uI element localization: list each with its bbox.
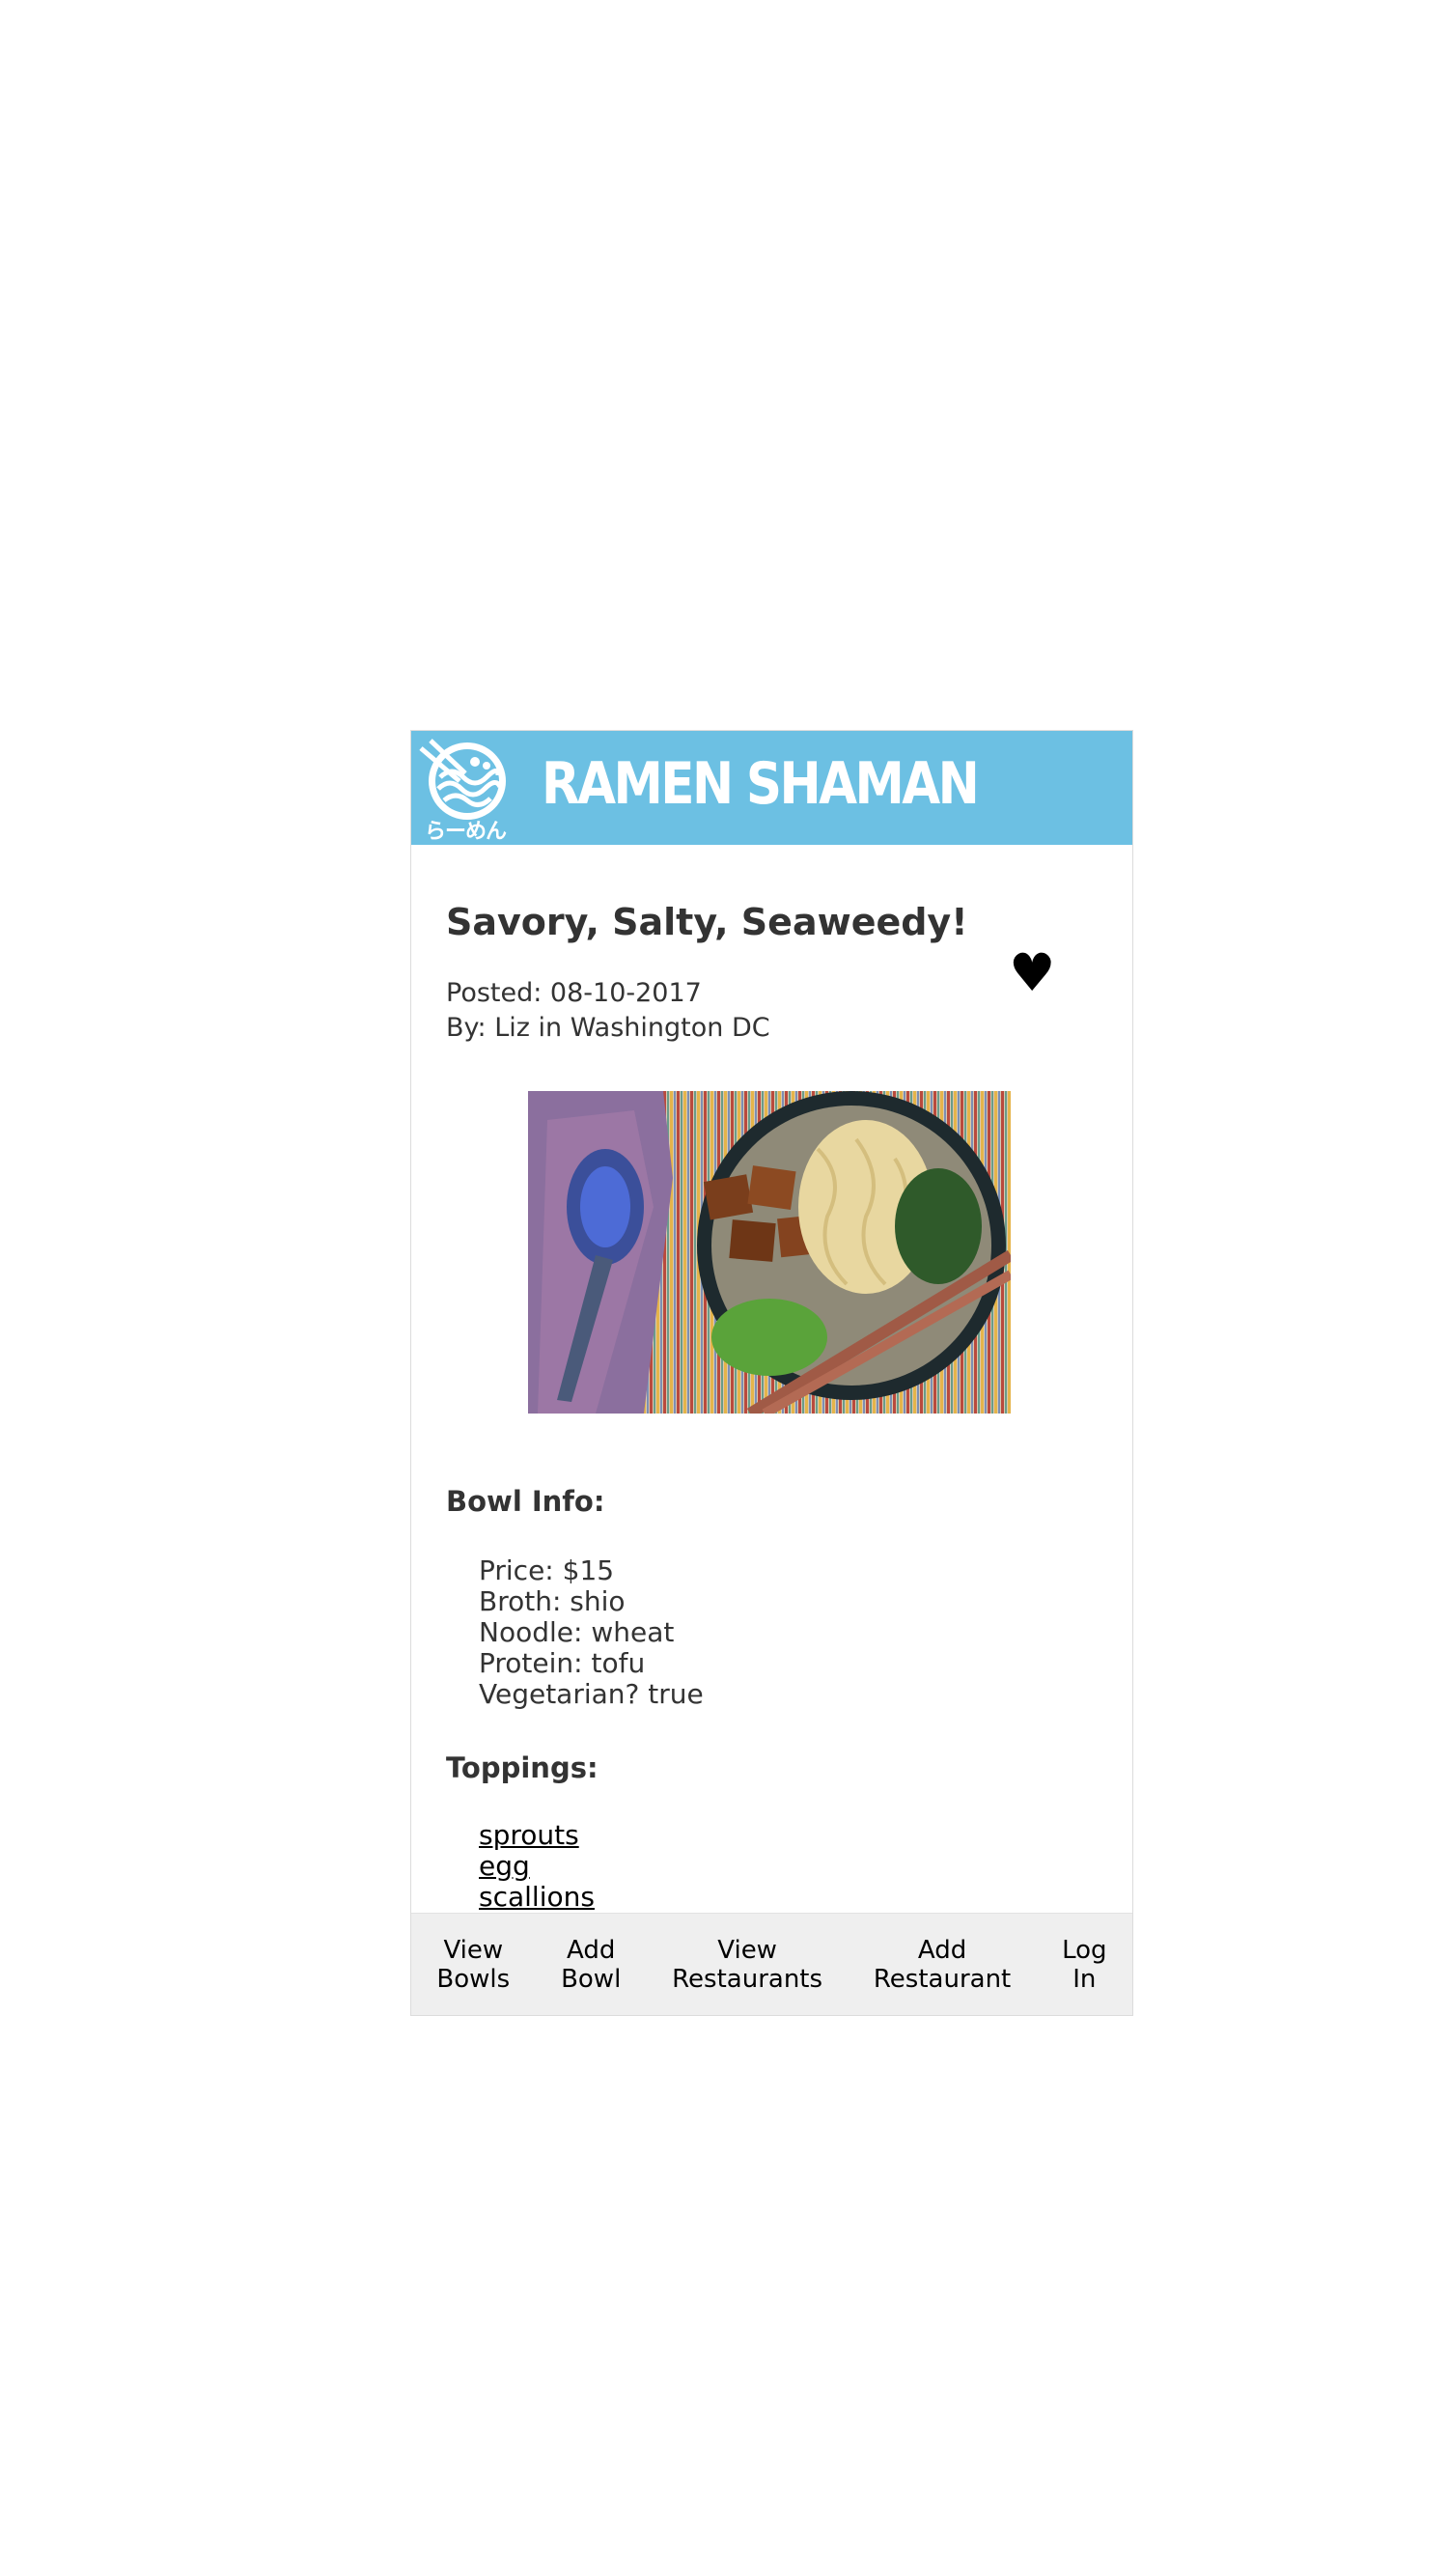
nav-add-restaurant[interactable]: Add Restaurant bbox=[874, 1936, 1011, 1994]
toppings-heading: Toppings: bbox=[446, 1751, 599, 1784]
topping-link-scallions[interactable]: scallions bbox=[479, 1881, 595, 1913]
nav-label-line2: Bowl bbox=[561, 1964, 622, 1994]
broth-value: Broth: shio bbox=[479, 1585, 626, 1617]
nav-view-bowls[interactable]: View Bowls bbox=[436, 1936, 510, 1994]
list-item: egg bbox=[479, 1851, 595, 1882]
ramen-bowl-logo-icon[interactable]: らーめん bbox=[417, 737, 523, 844]
nav-label-line2: Restaurants bbox=[672, 1964, 823, 1994]
toppings-list: sprouts egg scallions bbox=[479, 1820, 595, 1913]
price-value: Price: $15 bbox=[479, 1554, 615, 1586]
app-title[interactable]: RAMEN SHAMAN bbox=[542, 750, 980, 818]
topping-link-sprouts[interactable]: sprouts bbox=[479, 1819, 579, 1851]
nav-label-line2: Restaurant bbox=[873, 1964, 1012, 1994]
nav-view-restaurants[interactable]: View Restaurants bbox=[672, 1936, 822, 1994]
post-author: By: Liz in Washington DC bbox=[446, 1013, 770, 1043]
heart-icon[interactable]: ♥ bbox=[1009, 947, 1055, 999]
nav-label-line1: Log bbox=[1062, 1935, 1107, 1965]
protein-value: Protein: tofu bbox=[479, 1647, 646, 1679]
nav-add-bowl[interactable]: Add Bowl bbox=[561, 1936, 621, 1994]
app-screen: らーめん RAMEN SHAMAN Savory, Salty, Seaweed… bbox=[410, 730, 1133, 2016]
logo-text: らーめん bbox=[425, 820, 507, 844]
bowl-info-list: Price: $15 Broth: shio Noodle: wheat Pro… bbox=[479, 1555, 704, 1710]
vegetarian-value: Vegetarian? true bbox=[479, 1678, 704, 1710]
bottom-nav: View Bowls Add Bowl View Restaurants Add… bbox=[411, 1913, 1132, 2015]
bowl-info-heading: Bowl Info: bbox=[446, 1485, 605, 1518]
nav-label-line1: Add bbox=[567, 1935, 616, 1965]
nav-log-in[interactable]: Log In bbox=[1062, 1936, 1106, 1994]
noodle-value: Noodle: wheat bbox=[479, 1616, 675, 1648]
nav-label-line1: View bbox=[443, 1935, 504, 1965]
nav-label-line1: Add bbox=[917, 1935, 967, 1965]
post-title: Savory, Salty, Seaweedy! bbox=[446, 901, 968, 943]
topping-link-egg[interactable]: egg bbox=[479, 1850, 530, 1882]
ramen-bowl-photo bbox=[528, 1091, 1011, 1414]
nav-label-line1: View bbox=[717, 1935, 777, 1965]
list-item: scallions bbox=[479, 1882, 595, 1913]
app-header: らーめん RAMEN SHAMAN bbox=[411, 731, 1132, 845]
nav-label-line2: In bbox=[1072, 1964, 1097, 1994]
list-item: sprouts bbox=[479, 1820, 595, 1851]
posted-date: Posted: 08-10-2017 bbox=[446, 978, 702, 1008]
nav-label-line2: Bowls bbox=[436, 1964, 511, 1994]
